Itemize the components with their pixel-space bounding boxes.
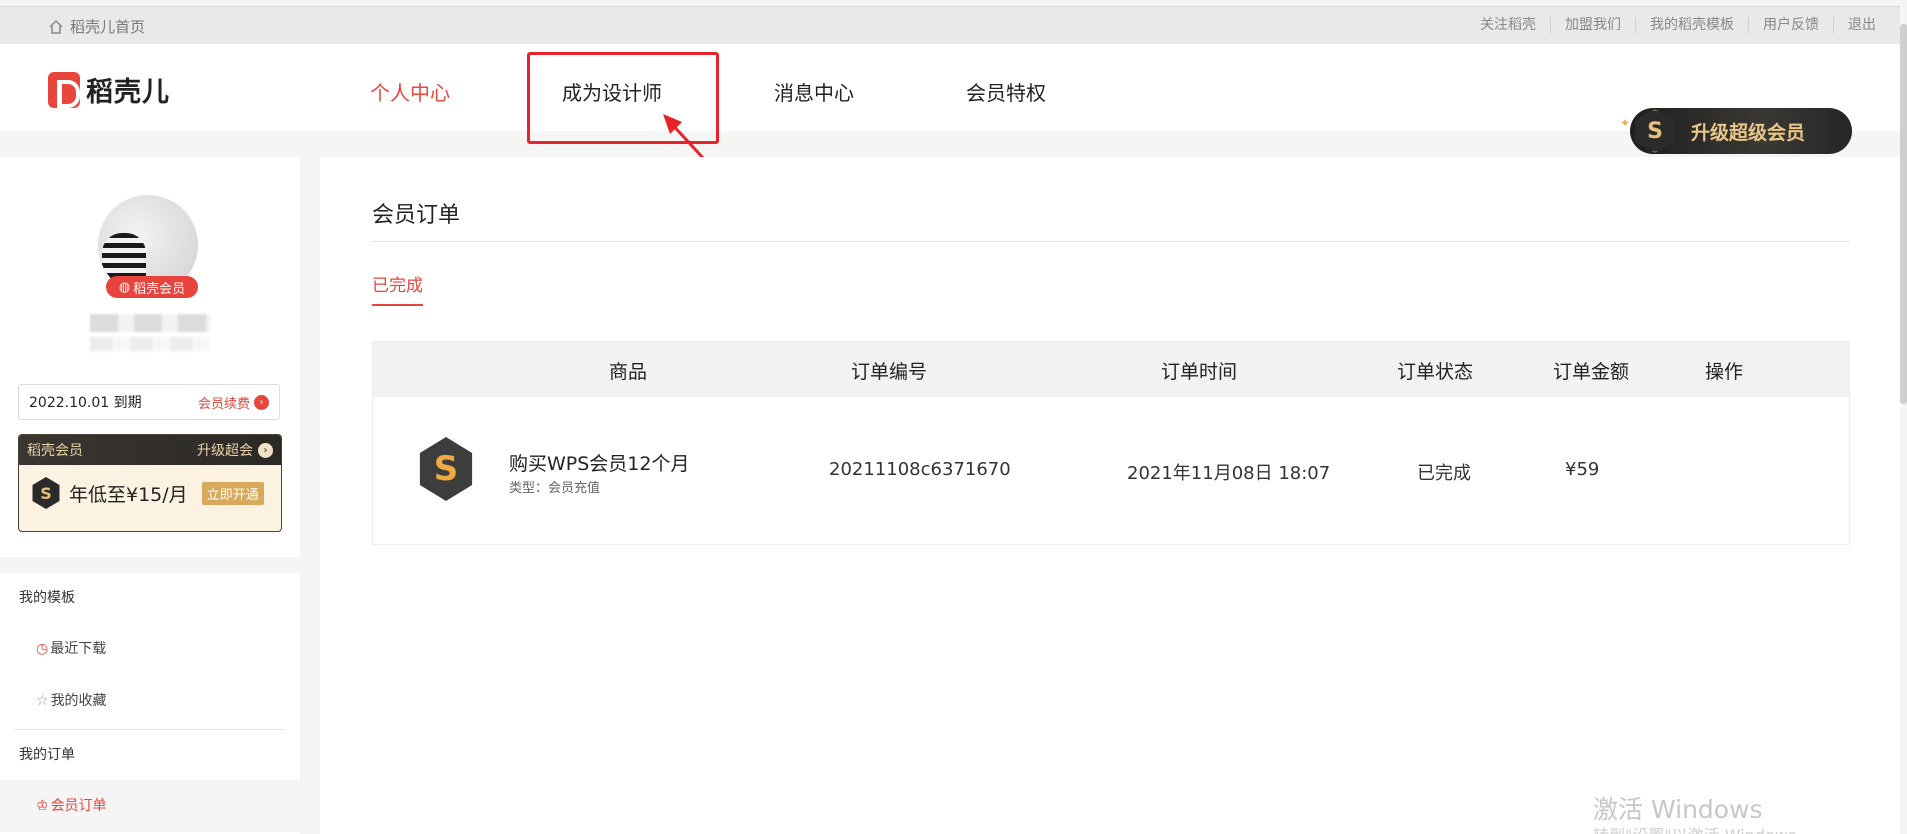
- feedback-link[interactable]: 用户反馈: [1748, 17, 1833, 33]
- vip-card-upgrade-label: 升级超会: [197, 443, 253, 459]
- vip-card-title: 稻壳会员: [27, 443, 83, 459]
- order-number: 20211108c6371670: [829, 459, 1011, 480]
- follow-link[interactable]: 关注稻壳: [1466, 17, 1550, 33]
- tab-completed[interactable]: 已完成: [372, 271, 423, 306]
- profile-card: ◍ 稻壳会员 2022.10.01 到期 会员续费 › 稻壳会员 升级超会 › …: [0, 157, 300, 557]
- page-title: 会员订单: [372, 203, 461, 228]
- sparkle-icon: ✦: [1620, 116, 1631, 130]
- product-name: 购买WPS会员12个月: [509, 453, 690, 475]
- username-blurred: [90, 314, 210, 332]
- user-id-blurred: [90, 337, 210, 351]
- orders-table: 商品 订单编号 订单时间 订单状态 订单金额 操作 S 购买WPS会员12个月 …: [372, 341, 1850, 545]
- upgrade-super-link[interactable]: 升级超会 ›: [197, 440, 273, 460]
- expiry-box: 2022.10.01 到期 会员续费 ›: [18, 384, 280, 420]
- divider: [372, 241, 1850, 242]
- vip-badge-label: 稻壳会员: [133, 281, 186, 297]
- logo-text: 稻壳儿: [86, 77, 170, 108]
- sidebar-item-favorites[interactable]: ☆ 我的收藏: [0, 675, 300, 727]
- column-header-action: 操作: [1705, 361, 1744, 383]
- wps-member-icon: S: [419, 437, 473, 501]
- top-links: 关注稻壳 加盟我们 我的稻壳模板 用户反馈 退出: [1466, 17, 1890, 33]
- main-panel: 会员订单 已完成 商品 订单编号 订单时间 订单状态 订单金额 操作 S 购买W…: [320, 157, 1900, 834]
- clock-icon: ◷: [36, 641, 49, 657]
- main-nav: 个人中心 成为设计师 消息中心 会员特权: [370, 77, 1158, 106]
- tab-message-center[interactable]: 消息中心: [774, 77, 854, 106]
- sidebar-menu: 我的模板 ◷ 最近下载 ☆ 我的收藏 我的订单 ♔ 会员订单: [0, 573, 300, 834]
- vip-price: 年低至¥15/月: [69, 483, 188, 506]
- renew-button[interactable]: 会员续费 ›: [198, 393, 269, 412]
- windows-activation-watermark: 激活 Windows: [1593, 795, 1763, 824]
- sidebar-item-recent-downloads[interactable]: ◷ 最近下载: [0, 623, 300, 675]
- column-header-order-no: 订单编号: [851, 361, 928, 383]
- join-link[interactable]: 加盟我们: [1550, 17, 1635, 33]
- open-now-button[interactable]: 立即开通: [201, 481, 264, 505]
- renew-label: 会员续费: [197, 396, 250, 412]
- upgrade-label: 升级超级会员: [1691, 121, 1806, 144]
- home-link[interactable]: 稻壳儿首页: [48, 16, 145, 37]
- sidebar-item-member-orders[interactable]: ♔ 会员订单: [0, 780, 300, 832]
- tab-member-privileges[interactable]: 会员特权: [966, 77, 1046, 106]
- home-link-label: 稻壳儿首页: [70, 18, 146, 36]
- top-utility-bar: 稻壳儿首页 关注稻壳 加盟我们 我的稻壳模板 用户反馈 退出: [0, 6, 1900, 44]
- order-amount: ¥59: [1565, 459, 1600, 480]
- vip-upgrade-card: 稻壳会员 升级超会 › S 年低至¥15/月 立即开通: [18, 434, 282, 532]
- column-header-order-time: 订单时间: [1161, 361, 1238, 383]
- column-header-amount: 订单金额: [1553, 361, 1630, 383]
- chevron-right-icon: ›: [258, 442, 273, 458]
- logout-link[interactable]: 退出: [1833, 17, 1890, 33]
- windows-activation-hint: 转到"设置"以激活 Windows。: [1593, 822, 1812, 834]
- sidebar-group-orders: 我的订单: [19, 747, 75, 763]
- column-header-status: 订单状态: [1397, 361, 1474, 383]
- logo[interactable]: 稻壳儿: [48, 70, 170, 109]
- sidebar-item-label: 我的收藏: [50, 693, 107, 709]
- super-member-icon: S: [1635, 109, 1675, 153]
- my-templates-link[interactable]: 我的稻壳模板: [1635, 17, 1748, 33]
- page-scrollbar[interactable]: [1900, 24, 1907, 404]
- sidebar-item-label: 会员订单: [50, 798, 107, 814]
- flame-icon: ◍: [118, 279, 131, 295]
- sidebar-item-label: 最近下载: [50, 641, 107, 657]
- product-type: 类型：会员充值: [509, 481, 601, 496]
- tab-personal-center[interactable]: 个人中心: [370, 77, 450, 106]
- star-icon: ☆: [36, 693, 49, 709]
- column-header-product: 商品: [609, 361, 648, 383]
- table-header: 商品 订单编号 订单时间 订单状态 订单金额 操作: [373, 342, 1849, 397]
- vip-badge: ◍ 稻壳会员: [106, 276, 198, 298]
- super-member-icon: S: [32, 477, 60, 509]
- chevron-right-icon: ›: [254, 394, 269, 410]
- home-icon: [49, 19, 63, 34]
- logo-icon: [48, 71, 80, 108]
- expiry-date: 2022.10.01 到期: [29, 395, 142, 411]
- sidebar-group-templates: 我的模板: [19, 590, 75, 606]
- upgrade-super-member-button[interactable]: S 升级超级会员: [1630, 108, 1852, 154]
- table-row: S 购买WPS会员12个月 类型：会员充值 20211108c6371670 2…: [373, 397, 1849, 544]
- main-header: 稻壳儿 个人中心 成为设计师 消息中心 会员特权 ✦ S 升级超级会员: [0, 44, 1900, 154]
- crown-icon: ♔: [36, 798, 49, 814]
- order-status: 已完成: [1417, 463, 1471, 484]
- order-time: 2021年11月08日 18:07: [1127, 463, 1331, 484]
